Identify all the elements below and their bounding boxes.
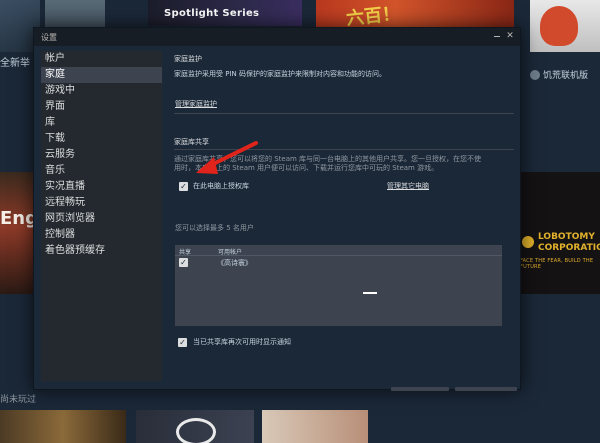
settings-sidebar: 帐户 家庭 游戏中 界面 库 下载 云服务 音乐 实况直播 远程畅玩 网页浏览器… [41,51,162,381]
family-monitor-heading: 家庭监护 [174,55,202,63]
sidebar-item-library[interactable]: 库 [41,115,162,131]
manage-family-monitor-link[interactable]: 管理家庭监护 [175,100,217,109]
lobotomy-logo-icon [522,236,534,248]
store-tile-right[interactable] [530,0,600,52]
minimize-button[interactable] [492,31,502,41]
store-tile [376,410,600,443]
bottom-caption: 尚未玩过 [0,395,37,405]
lobotomy-title: LOBOTOMY CORPORATION [538,232,600,254]
red-tile-text: 六百！ [345,3,402,28]
mouse-cursor-mark [363,292,377,294]
sidebar-item-controller[interactable]: 控制器 [41,227,162,243]
sidebar-item-downloads[interactable]: 下载 [41,131,162,147]
sidebar-item-web-browser[interactable]: 网页浏览器 [41,211,162,227]
dialog-title: 设置 [41,33,57,42]
right-caption: 饥荒联机版 [530,68,588,81]
store-tile-red[interactable]: 六百！ [316,0,514,28]
sidebar-item-family[interactable]: 家庭 [41,67,162,83]
left-game-text: Eng [0,208,36,229]
lobotomy-tile[interactable]: LOBOTOMY CORPORATION FACE THE FEAR, BUIL… [516,172,600,294]
family-library-description-line2: 用时，本电脑上的 Steam 用户便可以访问、下载并运行您库中可玩的 Steam… [174,164,439,172]
family-library-heading: 家庭库共享 [174,138,209,146]
lobotomy-title-line1: LOBOTOMY [538,232,595,242]
family-library-description-line1: 通过家庭库共享，您可以将您的 Steam 库与同一台电脑上的其他用户共享。您一旦… [174,155,482,163]
store-tile[interactable] [0,410,126,443]
ok-button[interactable] [391,387,449,391]
game-icon [530,69,540,80]
right-caption-text: 饥荒联机版 [543,71,589,81]
dialog-titlebar[interactable]: 设置 ✕ [34,28,520,46]
store-tile-eye[interactable] [136,410,254,443]
store-tile[interactable] [262,410,368,443]
spotlight-tile[interactable]: Spotlight Series [148,0,302,26]
settings-dialog: 设置 ✕ 帐户 家庭 游戏中 界面 库 下载 云服务 音乐 实况直播 远程畅玩 … [33,27,521,391]
table-row-user: 《高诗寰》 [217,259,252,267]
authorize-library-label: 在此电脑上授权库 [193,182,249,190]
sidebar-item-interface[interactable]: 界面 [41,99,162,115]
close-button[interactable]: ✕ [505,31,515,41]
notify-label: 当已共享库再次可用时显示通知 [193,338,291,346]
lobotomy-title-line2: CORPORATION [538,243,600,253]
store-tile-left[interactable]: Eng [0,172,36,294]
table-header-divider [175,255,502,256]
notify-checkbox[interactable] [178,338,187,347]
sidebar-item-remote-play[interactable]: 远程畅玩 [41,195,162,211]
sidebar-item-account[interactable]: 帐户 [41,51,162,67]
section-divider [174,149,514,150]
authorize-library-checkbox[interactable] [179,182,188,191]
family-monitor-description: 家庭监护采用受 PIN 码保护的家庭监护来限制对内容和功能的访问。 [174,70,386,78]
select-users-limit: 您可以选择最多 5 名用户 [175,224,254,232]
spotlight-title: Spotlight Series [164,8,260,19]
sidebar-item-cloud[interactable]: 云服务 [41,147,162,163]
sidebar-item-in-game[interactable]: 游戏中 [41,83,162,99]
sidebar-item-shader-cache[interactable]: 着色器预缓存 [41,243,162,259]
shared-users-table: 共享 可用帐户 《高诗寰》 [175,245,502,326]
cancel-button[interactable] [455,387,517,391]
lobotomy-tagline: FACE THE FEAR, BUILD THE FUTURE [520,258,594,270]
sidebar-item-broadcast[interactable]: 实况直播 [41,179,162,195]
section-divider [174,113,514,114]
sidebar-item-music[interactable]: 音乐 [41,163,162,179]
manage-other-computers-link[interactable]: 管理其它电脑 [387,182,429,191]
share-user-checkbox[interactable] [179,258,188,267]
left-caption: 全新举 [0,58,30,69]
